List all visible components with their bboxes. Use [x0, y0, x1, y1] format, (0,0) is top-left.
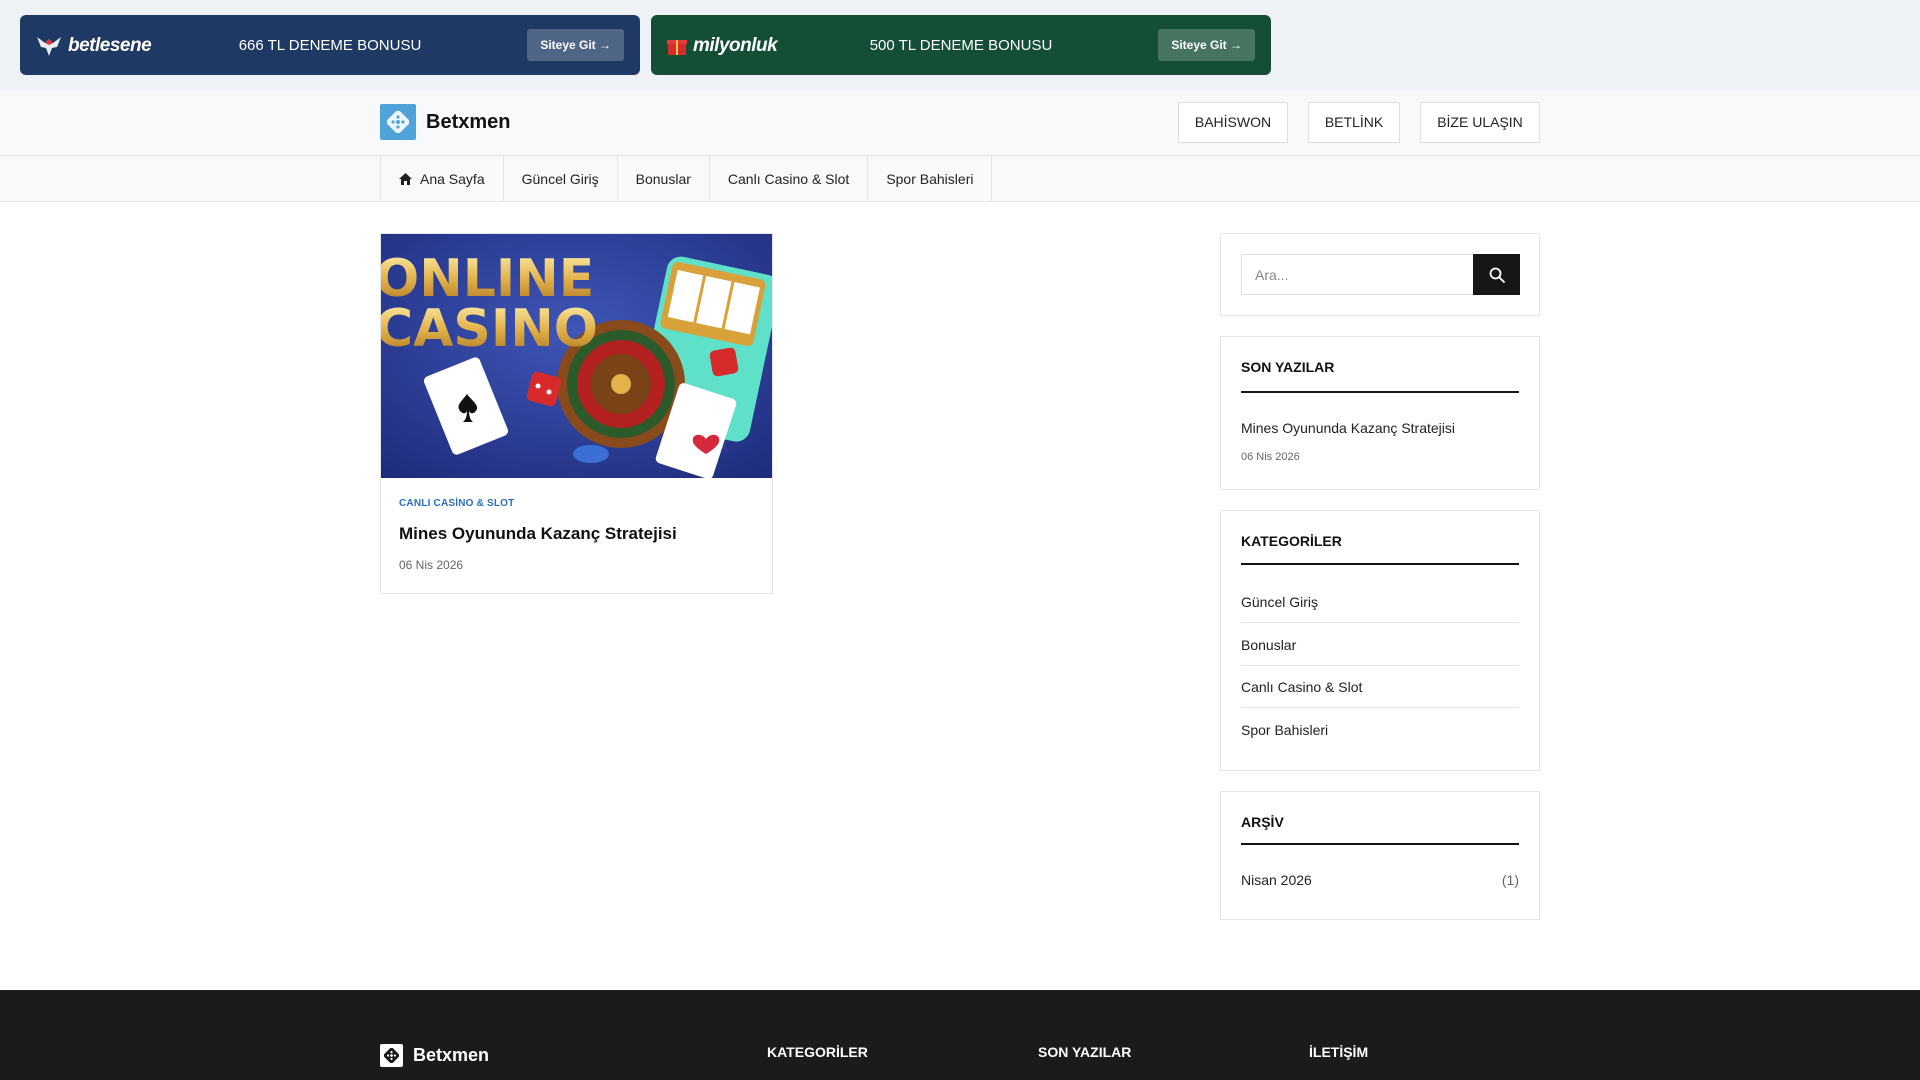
widget-title: ARŞİV — [1241, 814, 1284, 830]
nav-item-casino-slot[interactable]: Canlı Casino & Slot — [710, 156, 869, 202]
widget-title-underline — [1241, 391, 1519, 393]
post-date: 06 Nis 2026 — [399, 558, 464, 572]
image-text-casino: CASINO — [381, 299, 598, 359]
site-footer: Betxmen KATEGORİLER SON YAZILAR İLETİŞİM — [0, 990, 1920, 1080]
search-button[interactable] — [1473, 254, 1520, 295]
nav-item-label: Güncel Giriş — [521, 171, 599, 187]
widget-title-underline — [1241, 843, 1519, 845]
header-button-contact[interactable]: BİZE ULAŞIN — [1420, 102, 1540, 143]
nav-item-label: Canlı Casino & Slot — [727, 171, 850, 187]
header-button-bahiswon[interactable]: BAHİSWON — [1178, 102, 1288, 143]
widget-title-underline — [1241, 563, 1519, 565]
recent-post-date: 06 Nis 2026 — [1241, 451, 1300, 463]
nav-item-home[interactable]: Ana Sayfa — [381, 156, 504, 202]
site-title: Betxmen — [426, 110, 511, 133]
search-icon — [1489, 267, 1505, 283]
category-link[interactable]: Canlı Casino & Slot — [1241, 666, 1519, 708]
main-nav: Ana Sayfa Güncel Giriş Bonuslar Canlı Ca… — [0, 156, 1920, 202]
archive-widget: ARŞİV Nisan 2026 (1) — [1220, 791, 1540, 920]
promo-bar: betlesene 666 TL DENEME BONUSU Siteye Gi… — [0, 0, 1920, 90]
visit-site-button[interactable]: Siteye Git → — [527, 29, 624, 61]
footer-logo[interactable]: Betxmen — [380, 1044, 489, 1067]
archive-count: (1) — [1501, 872, 1519, 888]
footer-site-title: Betxmen — [413, 1045, 490, 1065]
archive-link[interactable]: Nisan 2026 — [1241, 872, 1312, 888]
header-button-betlink[interactable]: BETLİNK — [1308, 102, 1400, 143]
search-widget — [1220, 233, 1540, 316]
home-icon — [399, 173, 412, 185]
footer-heading-contact: İLETİŞİM — [1309, 1044, 1369, 1060]
promo-banner-betlesene[interactable]: betlesene 666 TL DENEME BONUSU Siteye Gi… — [20, 15, 640, 75]
visit-site-button[interactable]: Siteye Git → — [1158, 29, 1255, 61]
post-category[interactable]: CANLI CASİNO & SLOT — [399, 498, 514, 509]
post-card[interactable]: ONLINE CASINO CANLI CASİNO & SLOT Mines … — [380, 233, 773, 594]
search-input[interactable] — [1241, 254, 1473, 295]
category-link[interactable]: Spor Bahisleri — [1241, 709, 1519, 751]
footer-heading-recent: SON YAZILAR — [1038, 1044, 1132, 1060]
nav-item-label: Bonuslar — [635, 171, 691, 187]
casino-illustration: ONLINE CASINO — [381, 234, 772, 478]
dice-icon — [380, 1044, 403, 1067]
site-header: Betxmen BAHİSWON BETLİNK BİZE ULAŞIN — [0, 90, 1920, 156]
nav-item-label: Spor Bahisleri — [886, 171, 974, 187]
nav-item-bonuslar[interactable]: Bonuslar — [618, 156, 710, 202]
recent-post-link[interactable]: Mines Oyununda Kazanç Stratejisi — [1241, 420, 1455, 436]
post-thumbnail[interactable]: ONLINE CASINO — [381, 234, 772, 478]
dice-icon — [380, 104, 416, 140]
site-logo[interactable]: Betxmen — [380, 104, 510, 140]
recent-posts-widget: SON YAZILAR Mines Oyununda Kazanç Strate… — [1220, 336, 1540, 490]
nav-item-guncel-giris[interactable]: Güncel Giriş — [504, 156, 618, 202]
promo-banner-milyonluk[interactable]: milyonluk 500 TL DENEME BONUSU Siteye Gi… — [651, 15, 1271, 75]
post-title[interactable]: Mines Oyununda Kazanç Stratejisi — [399, 524, 677, 544]
nav-item-label: Ana Sayfa — [420, 171, 485, 187]
widget-title: KATEGORİLER — [1241, 533, 1342, 549]
widget-title: SON YAZILAR — [1241, 359, 1335, 375]
nav-item-spor-bahisleri[interactable]: Spor Bahisleri — [868, 156, 993, 202]
category-link[interactable]: Bonuslar — [1241, 624, 1519, 666]
category-link[interactable]: Güncel Giriş — [1241, 581, 1519, 623]
categories-widget: KATEGORİLER Güncel Giriş Bonuslar Canlı … — [1220, 510, 1540, 771]
footer-heading-categories: KATEGORİLER — [767, 1044, 868, 1060]
